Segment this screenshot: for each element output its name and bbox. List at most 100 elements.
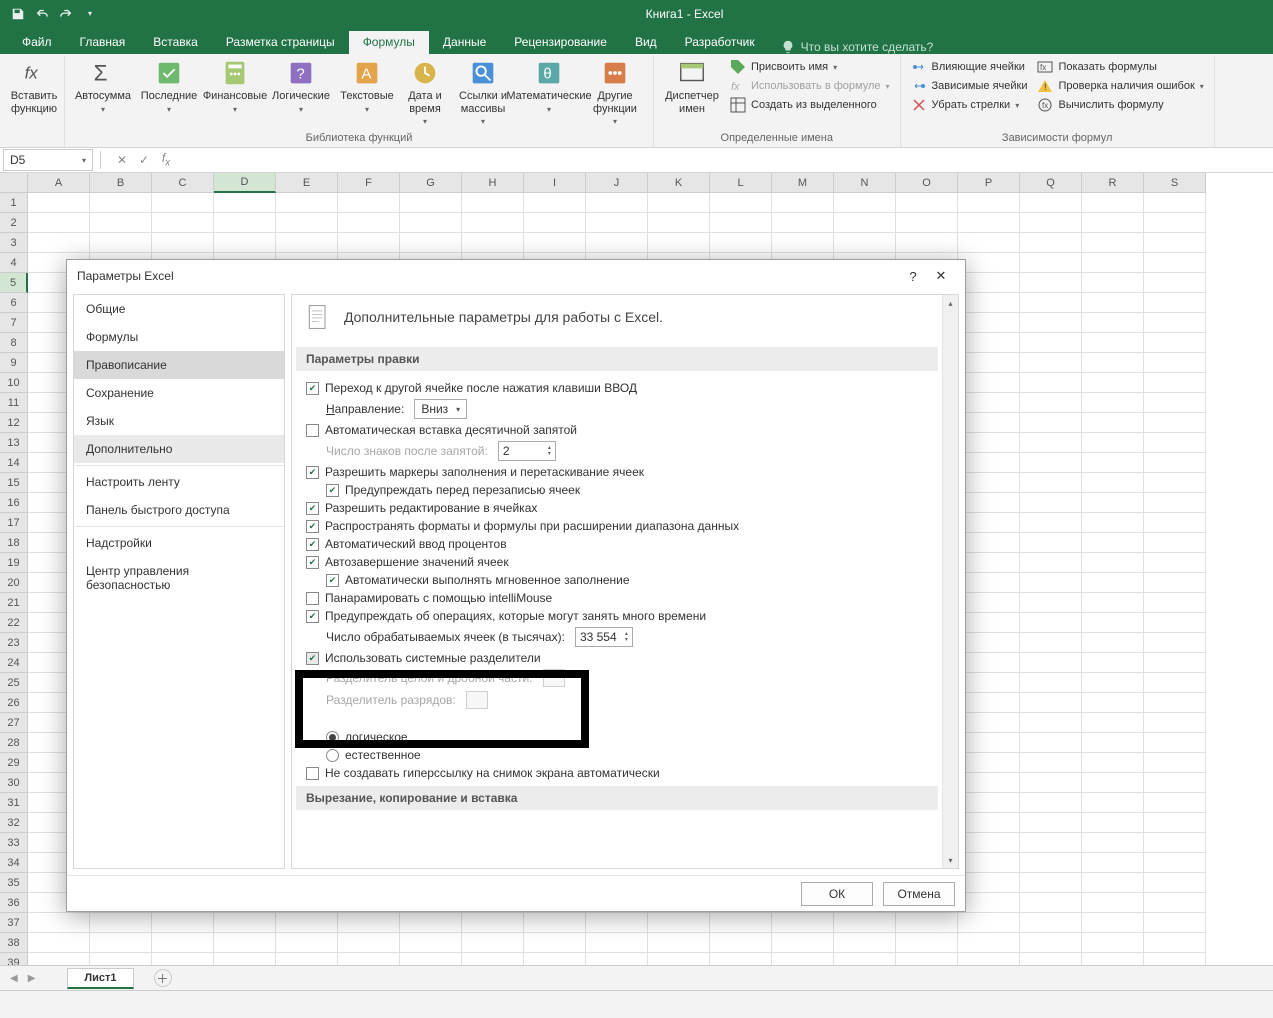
- cell[interactable]: [214, 933, 276, 953]
- radio-cursor-natural[interactable]: [326, 749, 339, 762]
- sheet-tab[interactable]: Лист1: [67, 968, 133, 989]
- redo-icon[interactable]: [54, 2, 78, 26]
- cell[interactable]: [772, 193, 834, 213]
- cell[interactable]: [28, 233, 90, 253]
- row-header[interactable]: 24: [0, 653, 28, 673]
- cells-thousands-spinner[interactable]: 33 554▴▾: [575, 627, 633, 647]
- cell[interactable]: [1082, 613, 1144, 633]
- cell[interactable]: [958, 513, 1020, 533]
- cell[interactable]: [1082, 913, 1144, 933]
- cell[interactable]: [1082, 253, 1144, 273]
- cell[interactable]: [1082, 793, 1144, 813]
- text-functions-button[interactable]: A Текстовые▾: [335, 56, 399, 114]
- sheet-nav-prev-icon[interactable]: ◀: [10, 973, 18, 984]
- cancel-button[interactable]: Отмена: [883, 882, 955, 906]
- cell[interactable]: [524, 213, 586, 233]
- cell[interactable]: [648, 213, 710, 233]
- cell[interactable]: [90, 933, 152, 953]
- fx-icon[interactable]: fx: [155, 150, 177, 170]
- cell[interactable]: [896, 953, 958, 965]
- cell[interactable]: [400, 213, 462, 233]
- name-box[interactable]: D5▾: [3, 149, 93, 171]
- chk-autocomplete[interactable]: [306, 556, 319, 569]
- row-header[interactable]: 22: [0, 613, 28, 633]
- cell[interactable]: [1020, 613, 1082, 633]
- cell[interactable]: [648, 953, 710, 965]
- column-header[interactable]: A: [28, 173, 90, 193]
- cell[interactable]: [1082, 453, 1144, 473]
- create-from-selection-button[interactable]: Создать из выделенного: [726, 96, 894, 114]
- cell[interactable]: [276, 193, 338, 213]
- cell[interactable]: [1082, 473, 1144, 493]
- cell[interactable]: [834, 913, 896, 933]
- row-header[interactable]: 18: [0, 533, 28, 553]
- nav-qat[interactable]: Панель быстрого доступа: [74, 496, 284, 524]
- row-header[interactable]: 28: [0, 733, 28, 753]
- sheet-nav-next-icon[interactable]: ▶: [28, 973, 36, 984]
- row-header[interactable]: 16: [0, 493, 28, 513]
- row-header[interactable]: 25: [0, 673, 28, 693]
- tab-developer[interactable]: Разработчик: [671, 31, 769, 54]
- cell[interactable]: [1082, 393, 1144, 413]
- cell[interactable]: [462, 233, 524, 253]
- cell[interactable]: [1082, 813, 1144, 833]
- cell[interactable]: [152, 933, 214, 953]
- cell[interactable]: [1082, 933, 1144, 953]
- column-header[interactable]: D: [214, 173, 276, 193]
- cell[interactable]: [338, 933, 400, 953]
- scroll-up-icon[interactable]: ▴: [943, 295, 958, 311]
- show-formulas-button[interactable]: fx Показать формулы: [1033, 58, 1207, 76]
- row-header[interactable]: 38: [0, 933, 28, 953]
- more-functions-button[interactable]: Другие функции▾: [583, 56, 647, 126]
- qat-customize-icon[interactable]: ▾: [78, 2, 102, 26]
- cell[interactable]: [1144, 333, 1206, 353]
- cell[interactable]: [958, 253, 1020, 273]
- add-sheet-button[interactable]: ＋: [154, 969, 172, 987]
- nav-general[interactable]: Общие: [74, 295, 284, 323]
- cell[interactable]: [1020, 913, 1082, 933]
- cell[interactable]: [1082, 693, 1144, 713]
- cell[interactable]: [1144, 773, 1206, 793]
- row-header[interactable]: 30: [0, 773, 28, 793]
- tab-view[interactable]: Вид: [621, 31, 671, 54]
- chk-intellimouse[interactable]: [306, 592, 319, 605]
- cell[interactable]: [1082, 193, 1144, 213]
- cell[interactable]: [152, 213, 214, 233]
- cell[interactable]: [1020, 413, 1082, 433]
- insert-function-button[interactable]: fx Вставить функцию: [10, 56, 58, 115]
- column-header[interactable]: P: [958, 173, 1020, 193]
- column-header[interactable]: Q: [1020, 173, 1082, 193]
- row-header[interactable]: 7: [0, 313, 28, 333]
- cell[interactable]: [1144, 593, 1206, 613]
- cell[interactable]: [958, 313, 1020, 333]
- cell[interactable]: [1020, 233, 1082, 253]
- cell[interactable]: [1082, 673, 1144, 693]
- cell[interactable]: [28, 953, 90, 965]
- cell[interactable]: [834, 193, 896, 213]
- cell[interactable]: [958, 813, 1020, 833]
- tell-me-search[interactable]: Что вы хотите сделать?: [769, 40, 946, 54]
- cell[interactable]: [1144, 753, 1206, 773]
- cell[interactable]: [1020, 953, 1082, 965]
- datetime-functions-button[interactable]: Дата и время▾: [401, 56, 449, 126]
- cell[interactable]: [90, 233, 152, 253]
- cell[interactable]: [896, 933, 958, 953]
- scroll-down-icon[interactable]: ▾: [943, 852, 958, 868]
- cell[interactable]: [1020, 453, 1082, 473]
- cell[interactable]: [90, 193, 152, 213]
- cell[interactable]: [958, 493, 1020, 513]
- select-all-corner[interactable]: [0, 173, 28, 193]
- row-header[interactable]: 4: [0, 253, 28, 273]
- cell[interactable]: [958, 373, 1020, 393]
- recent-functions-button[interactable]: Последние▾: [137, 56, 201, 114]
- cell[interactable]: [958, 713, 1020, 733]
- cell[interactable]: [1144, 853, 1206, 873]
- cell[interactable]: [958, 913, 1020, 933]
- cell[interactable]: [1144, 453, 1206, 473]
- cell[interactable]: [834, 233, 896, 253]
- row-header[interactable]: 14: [0, 453, 28, 473]
- math-functions-button[interactable]: θ Математические▾: [517, 56, 581, 114]
- cell[interactable]: [214, 913, 276, 933]
- help-button[interactable]: ?: [899, 264, 927, 288]
- cell[interactable]: [1082, 333, 1144, 353]
